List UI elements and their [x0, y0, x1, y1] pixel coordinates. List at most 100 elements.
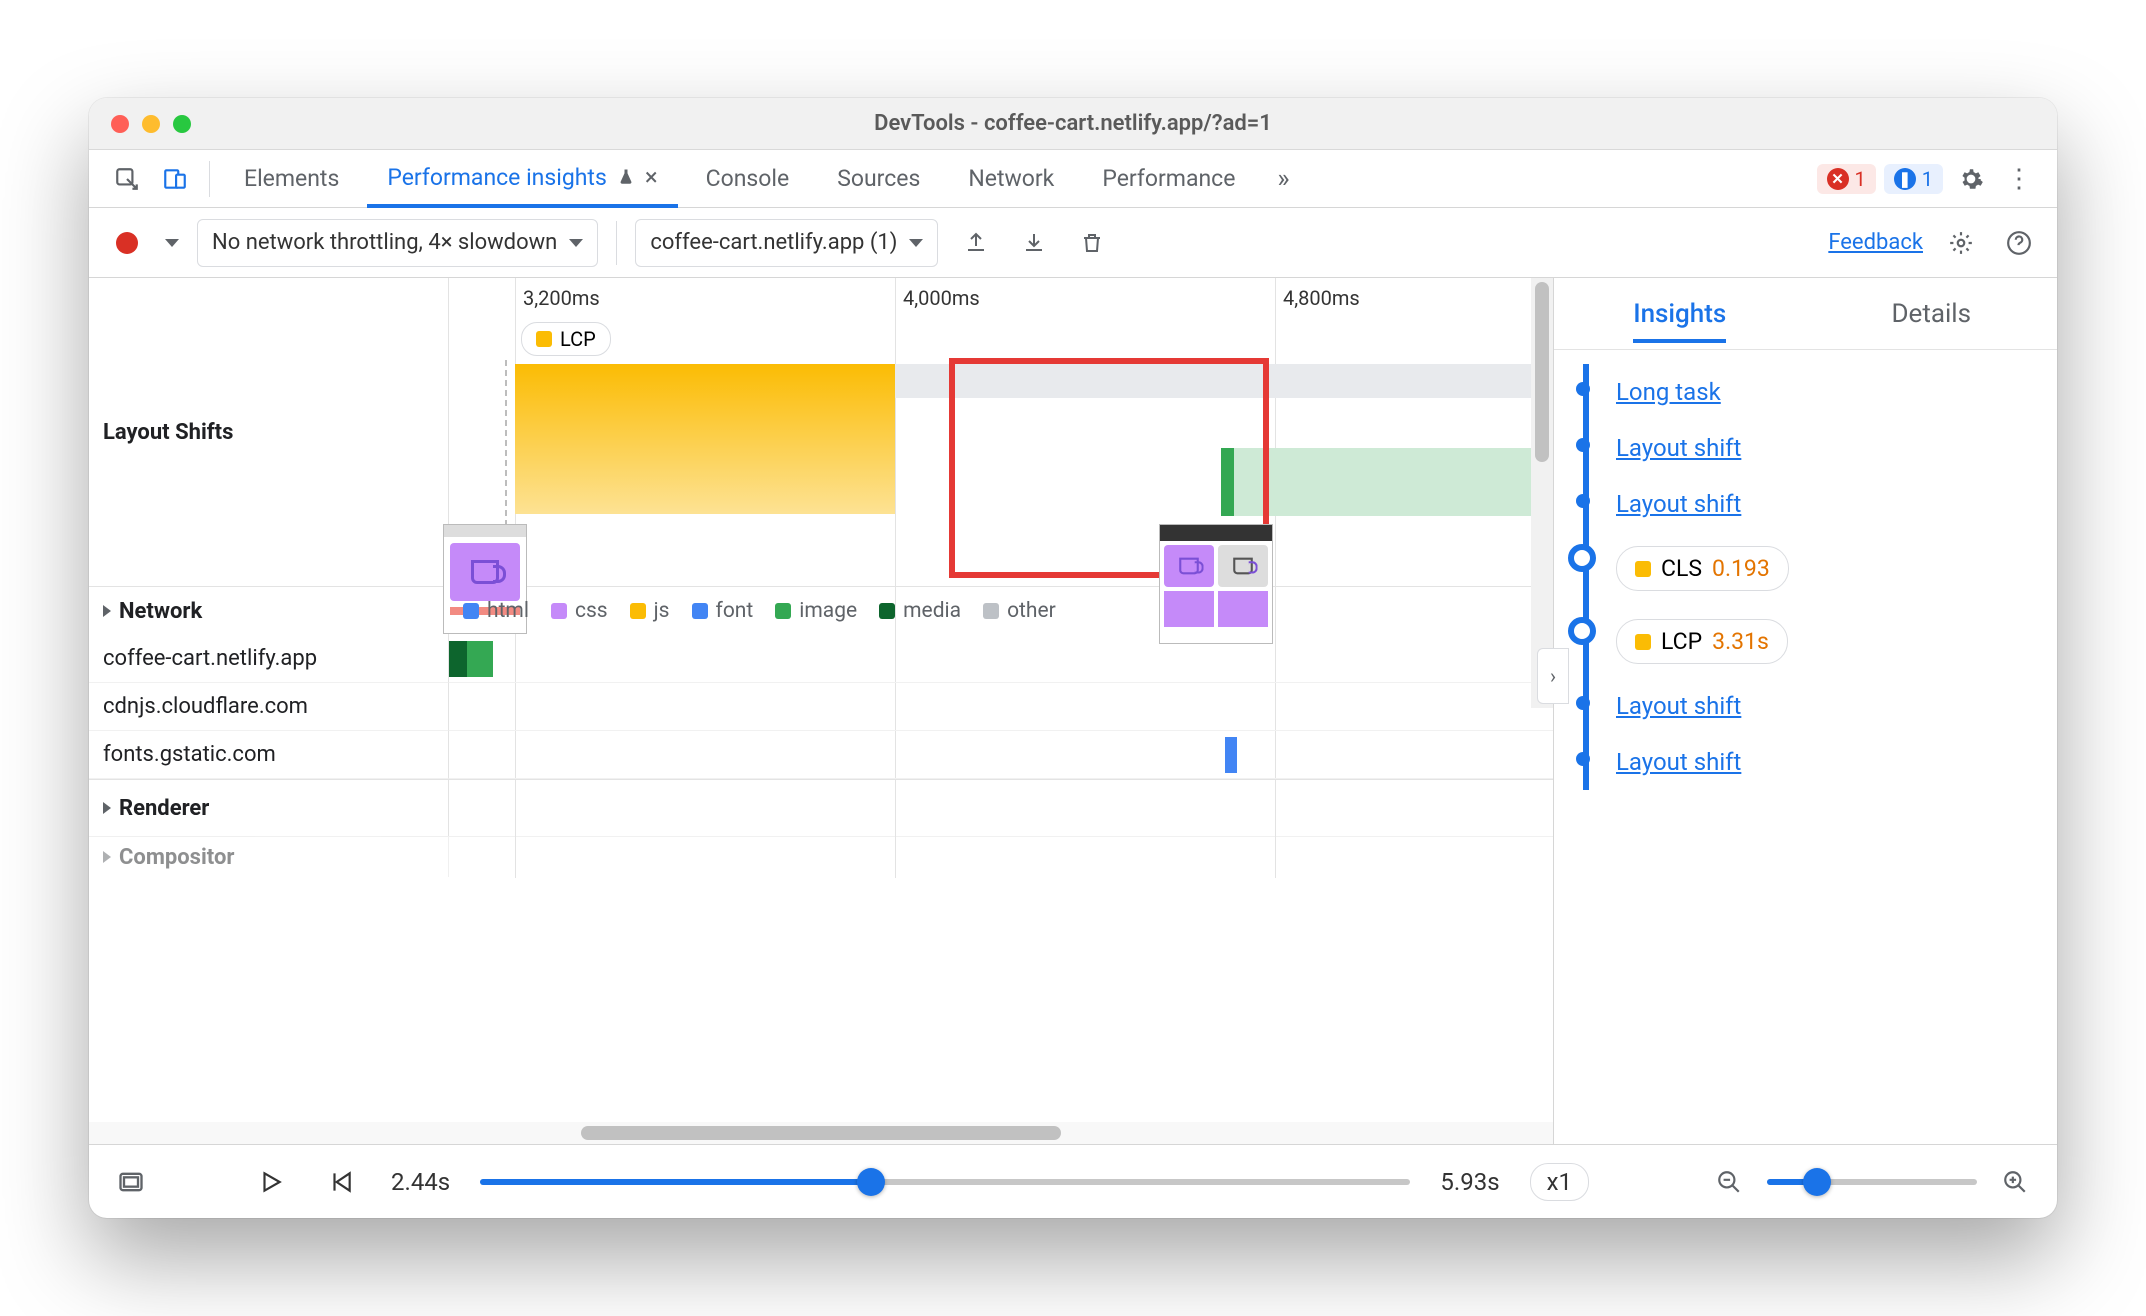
insight-long-task[interactable]: Long task	[1616, 378, 1721, 406]
page-dropdown[interactable]: coffee-cart.netlify.app (1)	[635, 219, 938, 267]
inspect-element-icon[interactable]	[107, 159, 147, 199]
tab-elements[interactable]: Elements	[224, 150, 359, 207]
swatch-js	[630, 603, 646, 619]
slider-fill	[480, 1179, 871, 1185]
zoom-in-icon[interactable]	[1995, 1162, 2035, 1202]
legend-js: js	[654, 599, 670, 623]
close-tab-icon[interactable]: ×	[645, 163, 658, 191]
layout-shifts-section: Layout Shifts 3,200ms 4,000ms 4,800ms	[89, 278, 1553, 586]
timeline-dot	[1576, 494, 1590, 508]
compositor-section-header[interactable]: Compositor	[89, 836, 1553, 877]
playback-speed[interactable]: x1	[1530, 1163, 1589, 1201]
divider	[616, 221, 617, 265]
record-menu-caret[interactable]	[165, 239, 179, 247]
lcp-pill[interactable]: LCP 3.31s	[1616, 619, 1788, 664]
request-bar[interactable]	[449, 641, 467, 677]
renderer-section-header[interactable]: Renderer	[89, 779, 1553, 836]
expand-icon	[103, 605, 111, 617]
tab-performance-insights[interactable]: Performance insights ×	[367, 151, 677, 208]
kebab-menu-icon[interactable]: ⋮	[1999, 159, 2039, 199]
import-icon[interactable]	[1014, 223, 1054, 263]
scrollbar-thumb[interactable]	[1535, 282, 1549, 462]
legend-html: html	[487, 599, 529, 623]
throttle-value: No network throttling, 4× slowdown	[212, 230, 557, 255]
tab-console[interactable]: Console	[686, 150, 810, 207]
help-icon[interactable]	[1999, 223, 2039, 263]
timeline-scroll[interactable]: Layout Shifts 3,200ms 4,000ms 4,800ms	[89, 278, 1553, 1122]
insight-layout-shift[interactable]: Layout shift	[1616, 434, 1741, 462]
scrollbar-thumb[interactable]	[581, 1126, 1061, 1140]
panel-settings-icon[interactable]	[1941, 223, 1981, 263]
host-track[interactable]	[449, 635, 1553, 683]
traffic-lights	[111, 115, 191, 133]
issues-count: 1	[1922, 167, 1933, 191]
maximize-window-button[interactable]	[173, 115, 191, 133]
throttle-dropdown[interactable]: No network throttling, 4× slowdown	[197, 219, 598, 267]
horizontal-scrollbar[interactable]	[89, 1122, 1553, 1144]
flask-icon	[617, 168, 635, 186]
titlebar: DevTools - coffee-cart.netlify.app/?ad=1	[89, 98, 2057, 150]
issues-badge[interactable]: ❚ 1	[1884, 164, 1943, 194]
export-icon[interactable]	[956, 223, 996, 263]
tab-details[interactable]: Details	[1806, 278, 2058, 349]
playback-footer: 2.44s 5.93s x1	[89, 1144, 2057, 1218]
caret-down-icon	[909, 239, 923, 247]
renderer-track[interactable]	[449, 780, 1553, 836]
timeline-bar-green[interactable]	[1234, 448, 1553, 516]
host-label: coffee-cart.netlify.app	[89, 635, 449, 683]
host-label: cdnjs.cloudflare.com	[89, 683, 449, 731]
record-button[interactable]	[107, 223, 147, 263]
insight-layout-shift[interactable]: Layout shift	[1616, 692, 1741, 720]
network-section-header[interactable]: Network html css js font image media oth…	[89, 586, 1553, 635]
device-toolbar-icon[interactable]	[155, 159, 195, 199]
tab-label: Insights	[1633, 299, 1726, 343]
minimize-window-button[interactable]	[142, 115, 160, 133]
slider-knob[interactable]	[857, 1168, 885, 1196]
insight-layout-shift[interactable]: Layout shift	[1616, 490, 1741, 518]
network-label: Network	[119, 599, 202, 624]
play-icon[interactable]	[251, 1162, 291, 1202]
recording-toolbar: No network throttling, 4× slowdown coffe…	[89, 208, 2057, 278]
compositor-track[interactable]	[449, 837, 1553, 877]
layout-shifts-label: Layout Shifts	[89, 278, 449, 586]
host-label: fonts.gstatic.com	[89, 731, 449, 779]
time-ruler: 3,200ms 4,000ms 4,800ms	[449, 278, 1553, 316]
playhead-slider[interactable]	[480, 1179, 1410, 1185]
tab-label: Sources	[837, 165, 920, 192]
insight-layout-shift[interactable]: Layout shift	[1616, 748, 1741, 776]
tab-insights[interactable]: Insights	[1554, 278, 1806, 349]
tab-performance[interactable]: Performance	[1082, 150, 1255, 207]
compositor-label: Compositor	[119, 845, 234, 870]
lcp-marker-pill[interactable]: LCP	[521, 322, 611, 356]
zoom-slider[interactable]	[1767, 1179, 1977, 1185]
close-window-button[interactable]	[111, 115, 129, 133]
delete-icon[interactable]	[1072, 223, 1112, 263]
error-badge[interactable]: ✕ 1	[1817, 164, 1876, 194]
lcp-swatch	[1635, 634, 1651, 650]
network-legend: html css js font image media other	[449, 587, 1553, 635]
timeline-bar-orange[interactable]	[515, 364, 895, 514]
legend-css: css	[575, 599, 608, 623]
zoom-out-icon[interactable]	[1709, 1162, 1749, 1202]
tab-label: Console	[706, 165, 790, 192]
layout-shifts-track[interactable]: 3,200ms 4,000ms 4,800ms LCP	[449, 278, 1553, 586]
more-tabs-icon[interactable]: »	[1263, 159, 1303, 199]
host-track[interactable]	[449, 731, 1553, 779]
feedback-link[interactable]: Feedback	[1828, 230, 1923, 255]
cls-pill[interactable]: CLS 0.193	[1616, 546, 1789, 591]
timeline-dot	[1576, 382, 1590, 396]
insights-list[interactable]: Long task Layout shift Layout shift CLS …	[1554, 350, 2057, 1144]
tab-sources[interactable]: Sources	[817, 150, 940, 207]
swatch-image	[775, 603, 791, 619]
tab-network[interactable]: Network	[948, 150, 1074, 207]
toggle-screenshots-icon[interactable]	[111, 1162, 151, 1202]
slider-knob[interactable]	[1803, 1168, 1831, 1196]
rewind-icon[interactable]	[321, 1162, 361, 1202]
request-bar[interactable]	[1225, 737, 1237, 773]
vertical-scrollbar[interactable]	[1531, 278, 1553, 708]
lcp-pill-label: LCP	[560, 327, 596, 351]
host-track[interactable]	[449, 683, 1553, 731]
legend-media: media	[903, 599, 961, 623]
settings-icon[interactable]	[1951, 159, 1991, 199]
tab-label: Network	[968, 165, 1054, 192]
